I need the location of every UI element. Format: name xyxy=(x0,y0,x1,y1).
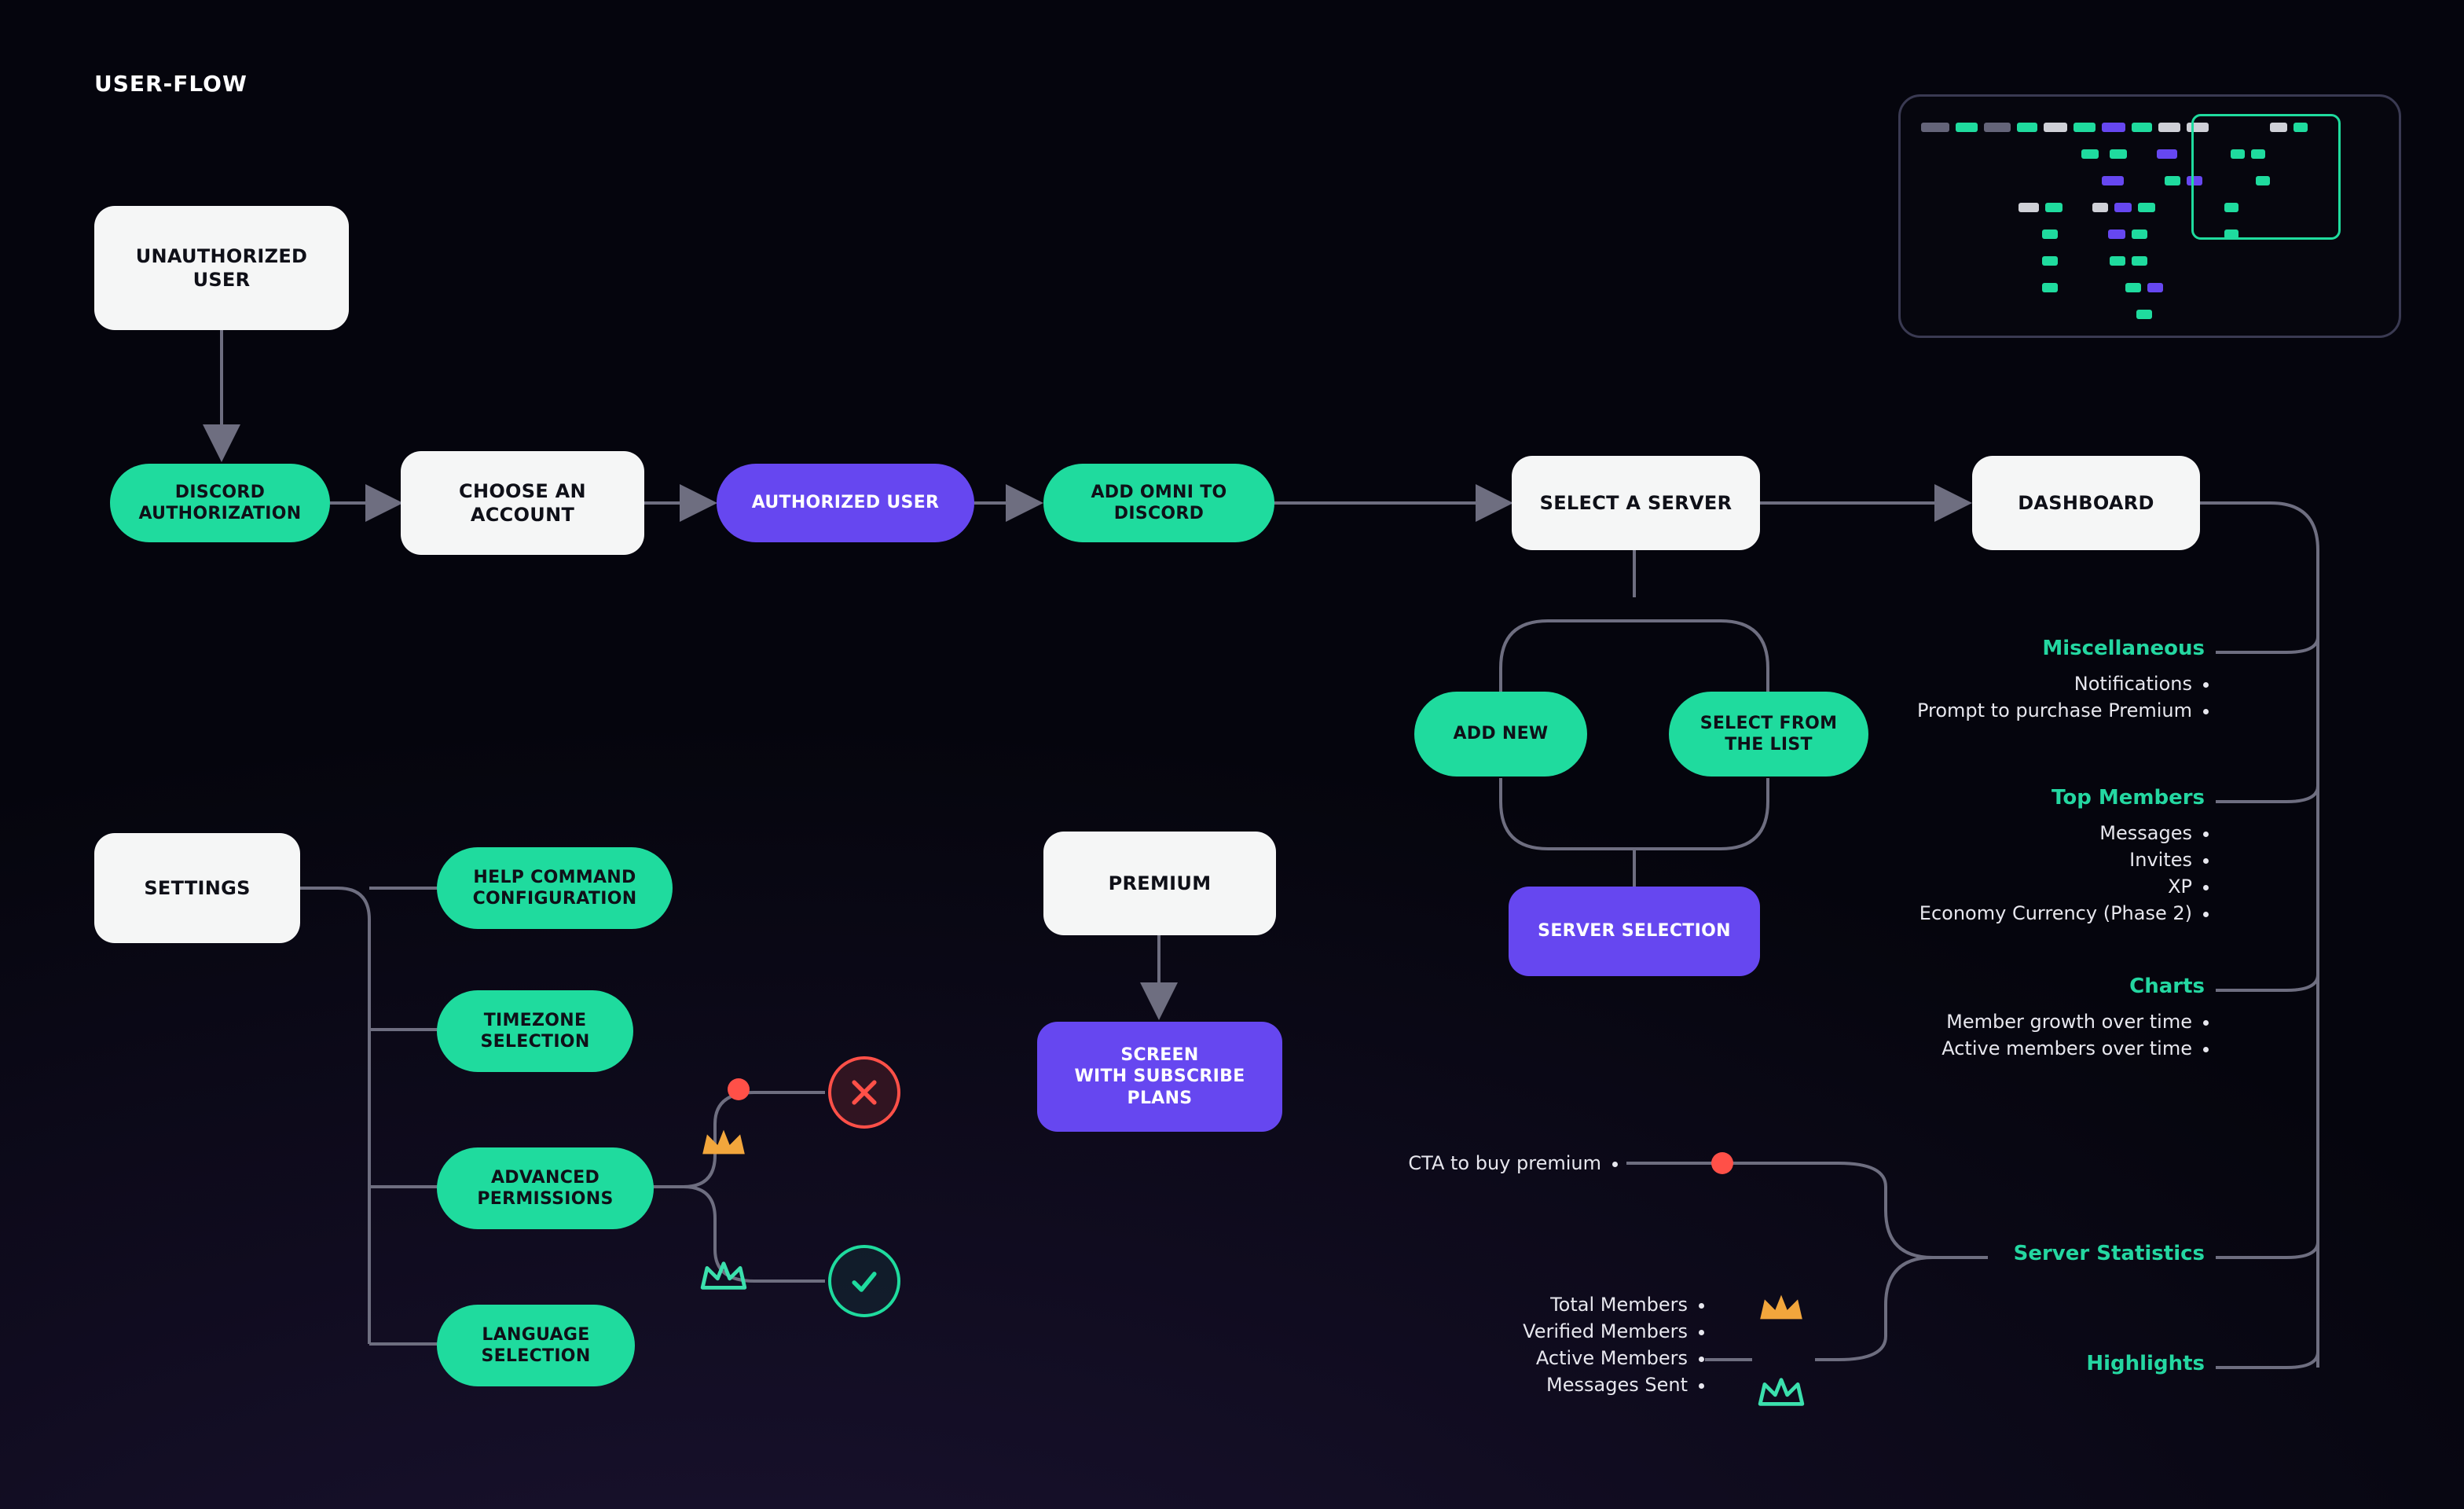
crown-gold-icon xyxy=(699,1124,748,1160)
node-label: CHOOSE AN ACCOUNT xyxy=(459,479,586,527)
node-unauthorized-user[interactable]: UNAUTHORIZED USER xyxy=(94,206,349,330)
decision-accept[interactable] xyxy=(828,1245,900,1317)
node-add-omni-to-discord[interactable]: ADD OMNI TO DISCORD xyxy=(1043,464,1274,542)
bullet: Messages xyxy=(1920,822,2192,844)
node-settings[interactable]: SETTINGS xyxy=(94,833,300,943)
node-premium[interactable]: PREMIUM xyxy=(1043,832,1276,935)
status-dot-red-stats xyxy=(1711,1152,1733,1174)
node-label: SELECT FROM THE LIST xyxy=(1700,713,1838,756)
node-label: PREMIUM xyxy=(1109,872,1212,895)
node-label: SETTINGS xyxy=(144,876,250,900)
node-select-from-the-list[interactable]: SELECT FROM THE LIST xyxy=(1669,692,1868,777)
section-cta-premium: CTA to buy premium xyxy=(1408,1147,1623,1179)
status-dot-red xyxy=(728,1078,750,1100)
node-label: HELP COMMAND CONFIGURATION xyxy=(473,867,637,910)
section-items-charts: Member growth over time Active members o… xyxy=(1942,1006,2214,1064)
crown-gold-stats-icon xyxy=(1757,1289,1806,1325)
node-authorized-user[interactable]: AUTHORIZED USER xyxy=(717,464,974,542)
node-dashboard[interactable]: DASHBOARD xyxy=(1972,456,2200,550)
node-discord-authorization[interactable]: DISCORD AUTHORIZATION xyxy=(110,464,330,542)
section-title-miscellaneous: Miscellaneous xyxy=(2042,637,2205,660)
decision-reject[interactable] xyxy=(828,1056,900,1129)
bullet: XP xyxy=(1920,876,2192,898)
node-choose-account[interactable]: CHOOSE AN ACCOUNT xyxy=(401,451,644,555)
minimap-viewport[interactable] xyxy=(2191,114,2341,240)
node-label: ADD NEW xyxy=(1453,723,1548,745)
section-title-top-members: Top Members xyxy=(2052,786,2205,810)
crown-green-icon xyxy=(699,1258,748,1294)
node-advanced-permissions[interactable]: ADVANCED PERMISSIONS xyxy=(437,1147,654,1229)
bullet: Verified Members xyxy=(1523,1320,1688,1342)
node-label: SELECT A SERVER xyxy=(1540,491,1732,515)
bullet: Messages Sent xyxy=(1523,1374,1688,1396)
node-label: ADVANCED PERMISSIONS xyxy=(477,1167,613,1210)
section-title-highlights: Highlights xyxy=(2086,1352,2205,1375)
node-help-command-config[interactable]: HELP COMMAND CONFIGURATION xyxy=(437,847,673,929)
section-items-top-members: Messages Invites XP Economy Currency (Ph… xyxy=(1920,817,2214,929)
bullet: Total Members xyxy=(1523,1294,1688,1316)
section-items-server-statistics: Total Members Verified Members Active Me… xyxy=(1523,1289,1710,1401)
node-label: SCREEN WITH SUBSCRIBE PLANS xyxy=(1074,1045,1245,1110)
node-select-a-server[interactable]: SELECT A SERVER xyxy=(1512,456,1760,550)
node-label: ADD OMNI TO DISCORD xyxy=(1091,482,1226,525)
node-add-new[interactable]: ADD NEW xyxy=(1414,692,1587,777)
node-subscribe-plans[interactable]: SCREEN WITH SUBSCRIBE PLANS xyxy=(1037,1022,1282,1132)
section-title-charts: Charts xyxy=(2129,975,2205,998)
minimap-panel[interactable] xyxy=(1898,94,2401,338)
node-timezone-selection[interactable]: TIMEZONE SELECTION xyxy=(437,990,633,1072)
node-label: UNAUTHORIZED USER xyxy=(118,244,325,292)
crown-green-stats-icon xyxy=(1757,1374,1806,1410)
section-title-server-statistics: Server Statistics xyxy=(2014,1242,2205,1265)
bullet: Invites xyxy=(1920,849,2192,871)
bullet: Active members over time xyxy=(1942,1037,2192,1059)
node-label: LANGUAGE SELECTION xyxy=(481,1324,590,1368)
bullet: Notifications xyxy=(1917,673,2192,695)
bullet: Prompt to purchase Premium xyxy=(1917,699,2192,721)
node-label: TIMEZONE SELECTION xyxy=(480,1010,589,1053)
node-server-selection[interactable]: SERVER SELECTION xyxy=(1509,887,1760,976)
bullet: Member growth over time xyxy=(1942,1011,2192,1033)
node-language-selection[interactable]: LANGUAGE SELECTION xyxy=(437,1305,635,1386)
node-label: DASHBOARD xyxy=(2018,491,2154,515)
node-label: AUTHORIZED USER xyxy=(752,492,940,514)
bullet: Economy Currency (Phase 2) xyxy=(1920,902,2192,924)
section-items-miscellaneous: Notifications Prompt to purchase Premium xyxy=(1917,668,2214,726)
node-label: SERVER SELECTION xyxy=(1538,920,1731,942)
bullet: CTA to buy premium xyxy=(1408,1152,1601,1174)
page-title: USER-FLOW xyxy=(94,71,248,97)
bullet: Active Members xyxy=(1523,1347,1688,1369)
node-label: DISCORD AUTHORIZATION xyxy=(139,482,302,525)
